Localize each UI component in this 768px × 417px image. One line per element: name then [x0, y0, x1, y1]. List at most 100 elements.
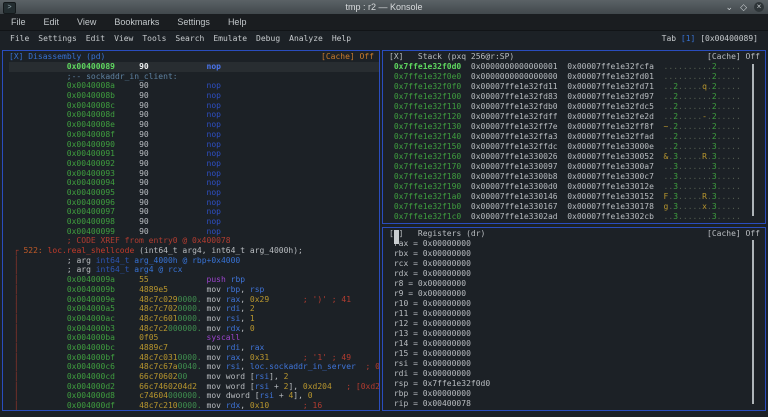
menu-item-file[interactable]: File: [2, 17, 35, 27]
menu-item-edit[interactable]: Edit: [86, 34, 105, 43]
disasm-line[interactable]: │ 0x004000ac 48c7c6010000. mov rsi, 1: [9, 314, 379, 324]
disasm-line[interactable]: 0x0040008b 90 nop: [9, 91, 379, 101]
register-row[interactable]: r8 = 0x00000000: [389, 279, 765, 289]
disasm-line[interactable]: 0x00400094 90 nop: [9, 178, 379, 188]
menu-item-view[interactable]: View: [68, 17, 105, 27]
registers-panel[interactable]: [X] Registers (dr) [Cache] Off rax = 0x00…: [382, 227, 766, 411]
disasm-line[interactable]: 0x0040008c 90 nop: [9, 101, 379, 111]
disasm-line[interactable]: ; CODE XREF from entry0 @ 0x400078: [9, 236, 379, 246]
disasm-line[interactable]: │ ; arg int64_t arg_4000h @ rbp+0x4000: [9, 256, 379, 266]
disasm-line[interactable]: │ 0x004000d8 c74604000000. mov dword [rs…: [9, 391, 379, 401]
disassembly-panel-header: [X] Disassembly (pd)[Cache] Off: [3, 51, 379, 62]
disasm-line-current[interactable]: 0x00400089 90 nop: [9, 62, 379, 72]
register-row[interactable]: rdx = 0x00000000: [389, 269, 765, 279]
register-row[interactable]: r10 = 0x00000000: [389, 299, 765, 309]
register-row[interactable]: rcx = 0x00000000: [389, 259, 765, 269]
stack-row[interactable]: 0x7ffe1e32f0e0 0x0000000000000000 0x0000…: [389, 72, 765, 82]
disasm-line[interactable]: 0x00400091 90 nop: [9, 149, 379, 159]
disasm-line[interactable]: │ 0x004000a5 48c7c7020000. mov rdi, 2: [9, 304, 379, 314]
registers-scrollbar[interactable]: [752, 240, 754, 404]
maximize-button[interactable]: ◇: [740, 0, 747, 14]
disasm-line[interactable]: ;-- sockaddr_in_client:: [9, 72, 379, 82]
register-row[interactable]: rax = 0x00000000: [389, 239, 765, 249]
disasm-line[interactable]: │ 0x004000d2 66c7460204d2 mov word [rsi …: [9, 382, 379, 392]
menu-item-emulate[interactable]: Emulate: [213, 34, 247, 43]
register-row[interactable]: r9 = 0x00000000: [389, 289, 765, 299]
menu-item-settings[interactable]: Settings: [168, 17, 219, 27]
stack-row[interactable]: 0x7ffe1e32f170 0x00007ffe1e330097 0x0000…: [389, 162, 765, 172]
register-row[interactable]: rbx = 0x00000000: [389, 249, 765, 259]
disasm-line[interactable]: │ 0x004000df 48c7c2100000. mov rdx, 0x10…: [9, 401, 379, 411]
close-button[interactable]: ×: [754, 2, 764, 12]
menu-item-file[interactable]: File: [10, 34, 29, 43]
menu-item-search[interactable]: Search: [175, 34, 204, 43]
disasm-line[interactable]: 0x0040008d 90 nop: [9, 110, 379, 120]
stack-row[interactable]: 0x7ffe1e32f150 0x00007ffe1e32ffdc 0x0000…: [389, 142, 765, 152]
disasm-line[interactable]: │ 0x0040009a 55 push rbp: [9, 275, 379, 285]
disassembly-panel[interactable]: [X] Disassembly (pd)[Cache] Off 0x004000…: [2, 50, 380, 411]
stack-row[interactable]: 0x7ffe1e32f100 0x00007ffe1e32fd83 0x0000…: [389, 92, 765, 102]
disasm-line[interactable]: │ 0x004000bf 48c7c0310000. mov rax, 0x31…: [9, 353, 379, 363]
disasm-line[interactable]: 0x0040008e 90 nop: [9, 120, 379, 130]
disasm-line[interactable]: 0x00400095 90 nop: [9, 188, 379, 198]
disasm-line[interactable]: 0x00400099 90 nop: [9, 227, 379, 237]
disasm-line[interactable]: 0x0040008a 90 nop: [9, 81, 379, 91]
tab-indicator[interactable]: Tab [1] [0x00400089]: [662, 34, 758, 43]
stack-row[interactable]: 0x7ffe1e32f130 0x00007ffe1e32ff7e 0x0000…: [389, 122, 765, 132]
stack-body: 0x7ffe1e32f0d0 0x0000000000000001 0x0000…: [383, 62, 765, 222]
menu-item-view[interactable]: View: [114, 34, 133, 43]
disasm-line[interactable]: 0x00400096 90 nop: [9, 198, 379, 208]
stack-scrollbar[interactable]: [752, 64, 754, 216]
disasm-line[interactable]: │ 0x004000ba 0f05 syscall: [9, 333, 379, 343]
stack-row[interactable]: 0x7ffe1e32f190 0x00007ffe1e3300d0 0x0000…: [389, 182, 765, 192]
stack-row[interactable]: 0x7ffe1e32f160 0x00007ffe1e330026 0x0000…: [389, 152, 765, 162]
cache-toggle[interactable]: [Cache] Off: [707, 228, 760, 239]
stack-row[interactable]: 0x7ffe1e32f140 0x00007ffe1e32ffa3 0x0000…: [389, 132, 765, 142]
cache-toggle[interactable]: [Cache] Off: [321, 51, 374, 62]
register-row[interactable]: rip = 0x00400078: [389, 399, 765, 409]
menu-item-help[interactable]: Help: [332, 34, 351, 43]
register-row[interactable]: r15 = 0x00000000: [389, 349, 765, 359]
register-row[interactable]: r11 = 0x00000000: [389, 309, 765, 319]
disasm-line[interactable]: 0x0040008f 90 nop: [9, 130, 379, 140]
stack-row[interactable]: 0x7ffe1e32f0d0 0x0000000000000001 0x0000…: [389, 62, 765, 72]
menu-item-bookmarks[interactable]: Bookmarks: [105, 17, 168, 27]
stack-row[interactable]: 0x7ffe1e32f0f0 0x00007ffe1e32fd11 0x0000…: [389, 82, 765, 92]
register-row[interactable]: rsp = 0x7ffe1e32f0d0: [389, 379, 765, 389]
stack-panel[interactable]: [X] Stack (pxq 256@r:SP)[Cache] Off 0x7f…: [382, 50, 766, 224]
register-row[interactable]: r12 = 0x00000000: [389, 319, 765, 329]
register-row[interactable]: r13 = 0x00000000: [389, 329, 765, 339]
disasm-line[interactable]: │ 0x004000b3 48c7c2000000. mov rdx, 0: [9, 324, 379, 334]
panel-title: [X] Registers (dr): [389, 229, 485, 238]
disasm-line[interactable]: │ 0x004000bc 4889c7 mov rdi, rax: [9, 343, 379, 353]
register-row[interactable]: rsi = 0x00000000: [389, 359, 765, 369]
menu-item-help[interactable]: Help: [219, 17, 256, 27]
disasm-line[interactable]: │ 0x0040009b 4889e5 mov rbp, rsp: [9, 285, 379, 295]
disasm-line[interactable]: ┌ 522: loc.real_shellcode (int64_t arg4,…: [9, 246, 379, 256]
stack-row[interactable]: 0x7ffe1e32f180 0x00007ffe1e3300b8 0x0000…: [389, 172, 765, 182]
disasm-line[interactable]: │ 0x004000c6 48c7c67a0040. mov rsi, loc.…: [9, 362, 379, 372]
disasm-line[interactable]: 0x00400097 90 nop: [9, 207, 379, 217]
menu-item-settings[interactable]: Settings: [38, 34, 77, 43]
register-row[interactable]: r14 = 0x00000000: [389, 339, 765, 349]
stack-row[interactable]: 0x7ffe1e32f1a0 0x00007ffe1e330146 0x0000…: [389, 192, 765, 202]
stack-row[interactable]: 0x7ffe1e32f110 0x00007ffe1e32fdb0 0x0000…: [389, 102, 765, 112]
disasm-line[interactable]: │ 0x004000cd 66c7060200 mov word [rsi], …: [9, 372, 379, 382]
cache-toggle[interactable]: [Cache] Off: [707, 51, 760, 62]
menu-item-analyze[interactable]: Analyze: [289, 34, 323, 43]
menu-item-tools[interactable]: Tools: [142, 34, 166, 43]
disasm-line[interactable]: 0x00400098 90 nop: [9, 217, 379, 227]
disasm-line[interactable]: │ 0x0040009e 48c7c0290000. mov rax, 0x29…: [9, 295, 379, 305]
disasm-line[interactable]: 0x00400093 90 nop: [9, 169, 379, 179]
disasm-line[interactable]: 0x00400090 90 nop: [9, 140, 379, 150]
stack-row[interactable]: 0x7ffe1e32f120 0x00007ffe1e32fdff 0x0000…: [389, 112, 765, 122]
disasm-line[interactable]: │ ; arg int64_t arg4 @ rcx: [9, 265, 379, 275]
register-row[interactable]: rbp = 0x00000000: [389, 389, 765, 399]
register-row[interactable]: rdi = 0x00000000: [389, 369, 765, 379]
stack-row[interactable]: 0x7ffe1e32f1b0 0x00007ffe1e330167 0x0000…: [389, 202, 765, 212]
stack-row[interactable]: 0x7ffe1e32f1c0 0x00007ffe1e3302ad 0x0000…: [389, 212, 765, 222]
minimize-button[interactable]: ⌄: [726, 0, 734, 14]
disasm-line[interactable]: 0x00400092 90 nop: [9, 159, 379, 169]
menu-item-debug[interactable]: Debug: [256, 34, 280, 43]
menu-item-edit[interactable]: Edit: [35, 17, 69, 27]
